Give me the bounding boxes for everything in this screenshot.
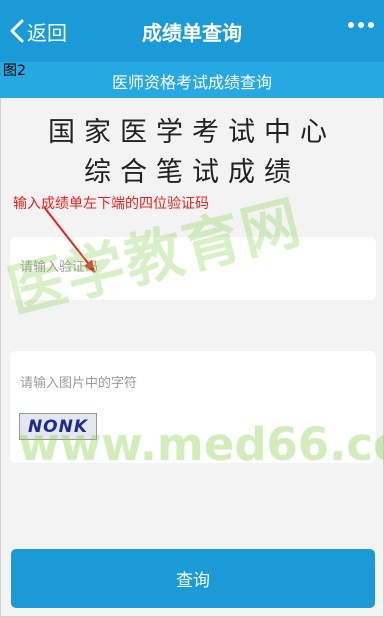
annotation-text: 输入成绩单左下端的四位验证码 [13,196,209,212]
verification-code-input[interactable] [20,260,350,275]
verification-code-card [10,237,376,300]
captcha-input[interactable] [20,376,350,391]
more-dot [368,22,374,28]
page-title: 成绩单查询 [142,21,242,45]
figure-tag: 图2 [3,63,26,79]
more-dots-icon[interactable] [348,22,374,28]
sub-header-title: 医师资格考试成绩查询 [111,73,272,92]
captcha-card: NONK [10,351,376,463]
captcha-image[interactable]: NONK [19,413,97,440]
more-dot [358,22,364,28]
heading-line-2: 综合笔试成绩 [84,157,300,188]
more-dot [348,22,354,28]
query-button[interactable]: 查询 [11,549,375,608]
captcha-text: NONK [27,416,89,437]
heading-line-1: 国家医学考试中心 [48,117,336,148]
sub-header-bar: 医师资格考试成绩查询 [0,62,384,98]
top-navigation-bar: 返回 成绩单查询 [0,0,384,62]
